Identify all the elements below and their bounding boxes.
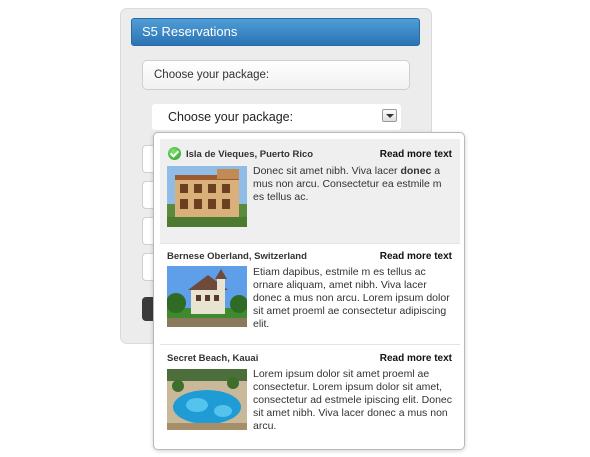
package-dropdown-list: Isla de Vieques, Puerto Rico Read more t… <box>153 132 465 450</box>
chevron-down-icon[interactable] <box>382 109 397 122</box>
option-description: Lorem ipsum dolor sit amet proeml ae con… <box>253 368 453 432</box>
package-option[interactable]: Bernese Oberland, Switzerland Read more … <box>160 244 460 344</box>
read-more-link[interactable]: Read more text <box>380 251 452 262</box>
option-image <box>167 266 247 327</box>
package-option[interactable]: Secret Beach, Kauai Read more text Lorem… <box>160 345 460 449</box>
check-circle-icon <box>168 147 181 160</box>
option-title: Secret Beach, Kauai <box>167 353 259 364</box>
option-description: Etiam dapibus, estmile m es tellus ac or… <box>253 266 450 330</box>
option-description: Donec sit amet nibh. Viva lacer donec a … <box>253 165 442 203</box>
widget-title: S5 Reservations <box>131 18 420 46</box>
option-image <box>167 166 247 227</box>
package-option[interactable]: Isla de Vieques, Puerto Rico Read more t… <box>160 139 460 243</box>
option-image <box>167 369 247 430</box>
option-title: Isla de Vieques, Puerto Rico <box>186 149 314 160</box>
package-select-field[interactable]: Choose your package: <box>142 60 410 90</box>
dropdown-label: Choose your package: <box>168 110 294 124</box>
package-dropdown-toggle[interactable]: Choose your package: <box>152 104 401 130</box>
read-more-link[interactable]: Read more text <box>380 149 452 160</box>
read-more-link[interactable]: Read more text <box>380 353 452 364</box>
option-title: Bernese Oberland, Switzerland <box>167 251 307 262</box>
